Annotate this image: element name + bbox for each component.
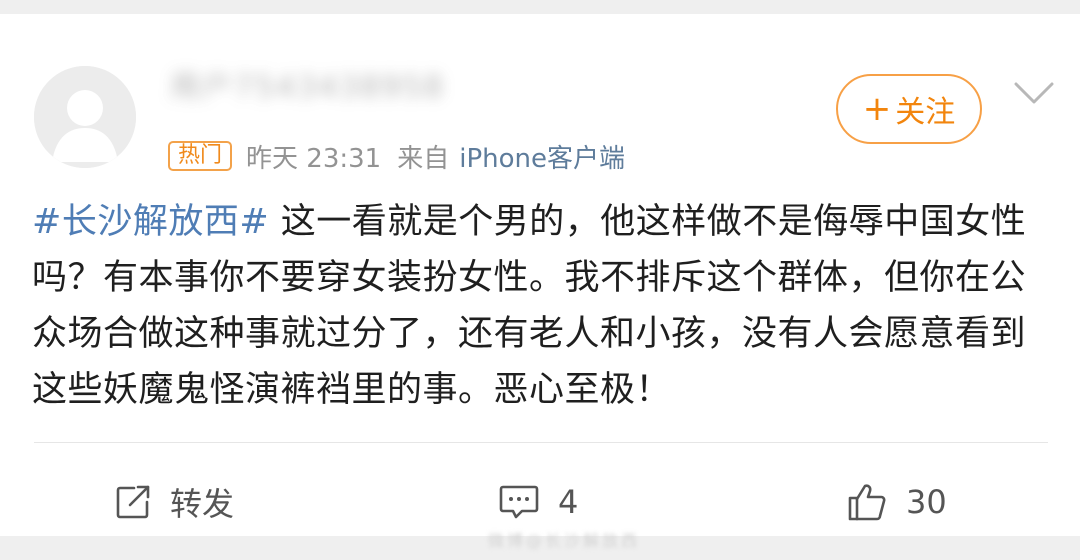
post-source[interactable]: iPhone客户端 bbox=[459, 138, 625, 175]
hashtag-link[interactable]: #长沙解放西# bbox=[32, 202, 269, 242]
divider bbox=[34, 442, 1048, 443]
username[interactable]: 用户7543438958 bbox=[170, 68, 500, 108]
source-prefix: 来自 bbox=[397, 143, 450, 174]
repost-icon bbox=[116, 485, 150, 519]
comment-button[interactable]: 4 bbox=[498, 470, 578, 534]
watermark: 微博@长沙解放西 bbox=[488, 531, 638, 549]
avatar[interactable] bbox=[34, 66, 136, 168]
like-button[interactable]: 30 bbox=[846, 470, 947, 534]
follow-label: 关注 bbox=[895, 95, 956, 130]
thumbs-up-icon bbox=[848, 484, 886, 521]
default-avatar-icon bbox=[34, 66, 136, 168]
follow-button[interactable]: + 关注 bbox=[836, 74, 982, 144]
post-text: #长沙解放西# 这一看就是个男的，他这样做不是侮辱中国女性吗？有本事你不要穿女装… bbox=[32, 194, 1052, 418]
repost-button[interactable]: 转发 bbox=[114, 470, 234, 534]
comment-icon bbox=[499, 485, 539, 519]
post-time: 昨天 23:31 bbox=[246, 143, 382, 174]
plus-icon: + bbox=[862, 89, 892, 129]
repost-label: 转发 bbox=[170, 485, 235, 523]
hot-badge: 热门 bbox=[168, 141, 233, 171]
chevron-down-icon[interactable] bbox=[1012, 78, 1056, 108]
comment-count: 4 bbox=[558, 483, 579, 521]
like-count: 30 bbox=[906, 483, 947, 521]
post-meta: 热门 昨天 23:31 来自 iPhone客户端 bbox=[168, 137, 625, 175]
weibo-post-card: 用户7543438958 热门 昨天 23:31 来自 iPhone客户端 + … bbox=[0, 14, 1080, 549]
